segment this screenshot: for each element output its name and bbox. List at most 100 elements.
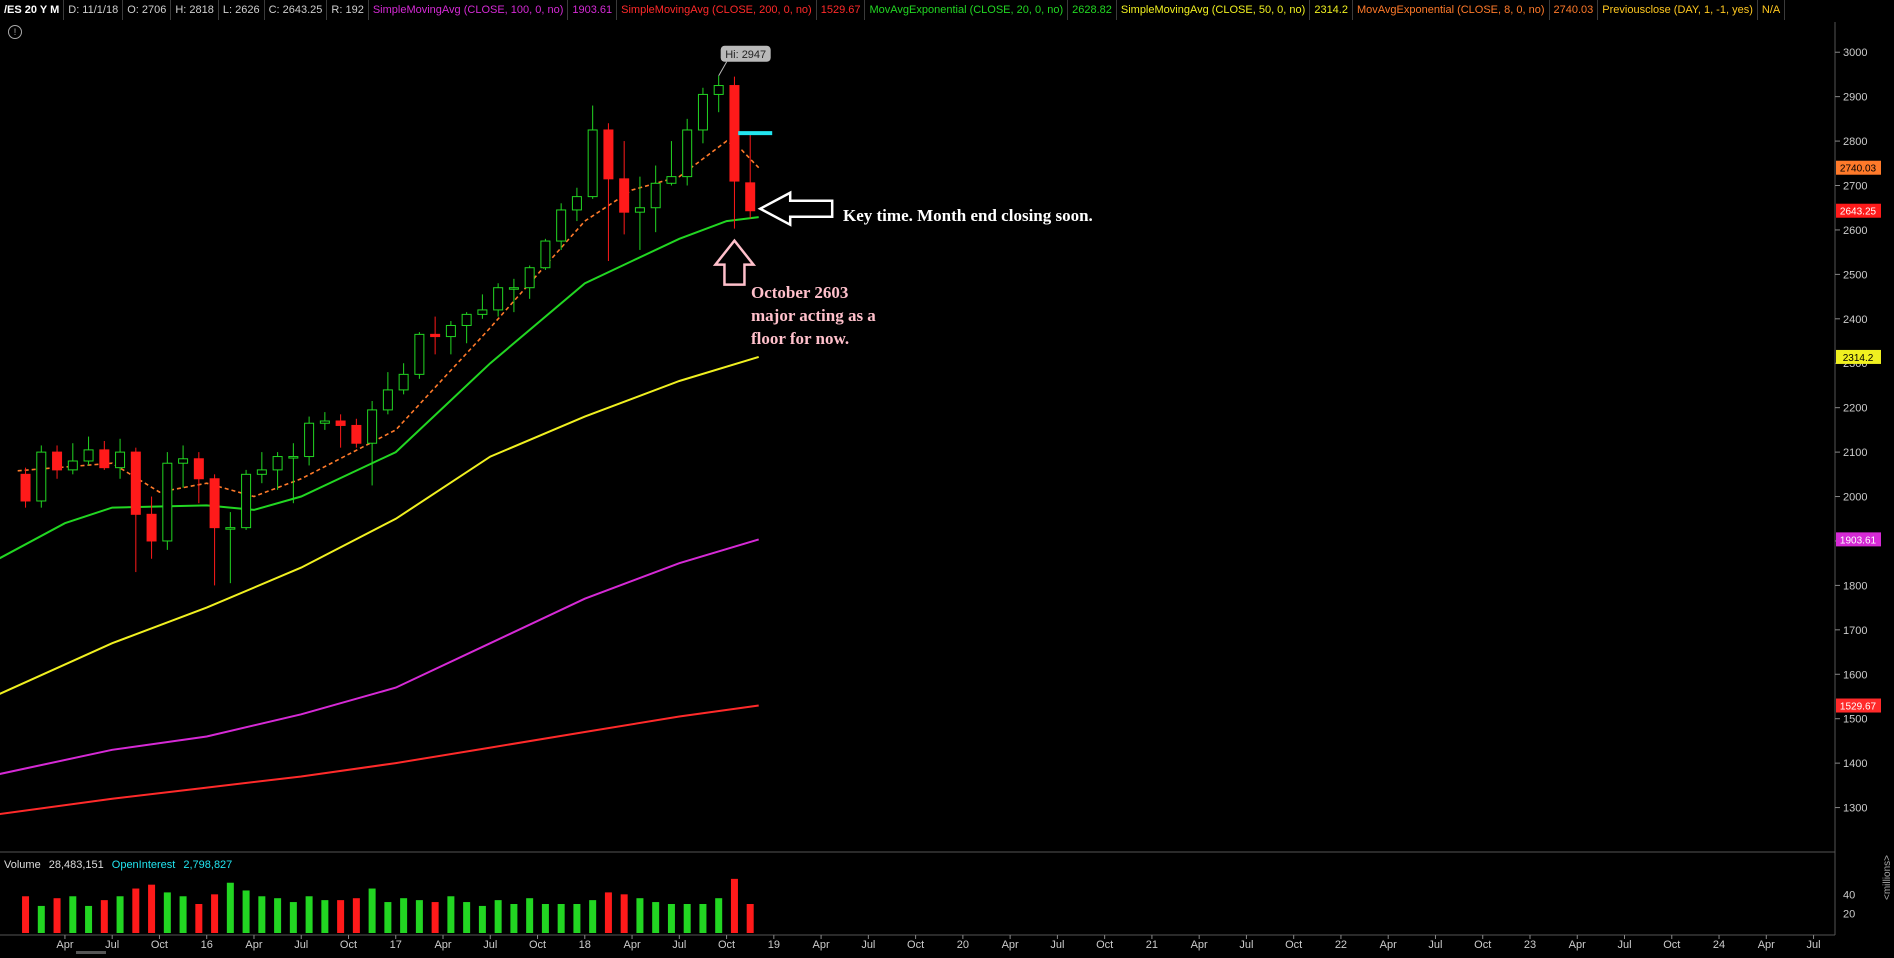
ema8-line [17, 140, 760, 498]
arrow-up-icon [712, 238, 757, 286]
volume-bar [274, 898, 282, 933]
volume-label[interactable]: Volume [0, 859, 45, 871]
candle-down [351, 424, 362, 444]
study-value: 1903.61 [568, 0, 618, 20]
x-tick-label: Apr [623, 939, 640, 951]
candle-up [67, 460, 78, 471]
volume-bar [699, 904, 707, 933]
price-label-text: 2740.03 [1840, 164, 1877, 175]
candle-up [524, 267, 535, 289]
volume-bar [573, 904, 581, 933]
y-tick-label: 2100 [1843, 447, 1867, 459]
volume-bar [368, 888, 376, 933]
candle-up [508, 287, 519, 290]
ema20-line [0, 216, 759, 560]
x-tick-label: Jul [672, 939, 686, 951]
volume-bar [148, 884, 156, 933]
candle-up [225, 527, 236, 530]
candle-up [367, 409, 378, 444]
volume-bar [730, 878, 738, 933]
candle-down [193, 458, 204, 480]
x-tick-label: Apr [1380, 939, 1397, 951]
x-tick-label: Apr [1002, 939, 1019, 951]
x-tick-label: Oct [1096, 939, 1113, 951]
candle-up [634, 207, 645, 213]
volume-bar [463, 902, 471, 933]
price-label-text: 1529.67 [1840, 702, 1877, 713]
candle-up [115, 451, 126, 469]
range-label: R: 192 [327, 0, 369, 20]
candle-up [556, 209, 567, 242]
volume-bar [53, 898, 61, 933]
y-tick-label: 2600 [1843, 225, 1867, 237]
volume-bar [132, 888, 140, 933]
x-tick-label: Jul [105, 939, 119, 951]
volume-bar [557, 904, 565, 933]
study-label[interactable]: MovAvgExponential (CLOSE, 8, 0, no) [1353, 0, 1550, 20]
price-label-text: 1903.61 [1840, 535, 1877, 546]
study-label[interactable]: MovAvgExponential (CLOSE, 20, 0, no) [865, 0, 1069, 20]
volume-bar [226, 882, 234, 933]
candle-up [571, 196, 582, 211]
chart-canvas[interactable]: 1300140015001600170018001900200021002200… [0, 0, 1894, 958]
volume-bar [305, 896, 313, 933]
y-tick-label: 2800 [1843, 136, 1867, 148]
y-tick-label: 1400 [1843, 758, 1867, 770]
candle-up [319, 420, 330, 424]
candle-up [540, 240, 551, 269]
study-label[interactable]: SimpleMovingAvg (CLOSE, 100, 0, no) [369, 0, 569, 20]
volume-bar [116, 896, 124, 933]
study-value: 2740.03 [1550, 0, 1599, 20]
volume-tick-label: 40 [1843, 889, 1855, 901]
volume-bar [400, 898, 408, 933]
openinterest-label[interactable]: OpenInterest [108, 859, 180, 871]
volume-bar [195, 904, 203, 933]
volume-bar [289, 902, 297, 933]
candle-up [256, 469, 267, 475]
volume-bar [478, 905, 486, 933]
candle-up [666, 176, 677, 184]
x-tick-label: 18 [579, 939, 591, 951]
x-tick-label: Apr [56, 939, 73, 951]
volume-bar [37, 905, 45, 933]
x-tick-label: Oct [529, 939, 546, 951]
candle-up [36, 451, 47, 502]
volume-bar [667, 904, 675, 933]
volume-bar [620, 894, 628, 933]
volume-bar [541, 904, 549, 933]
volume-tick-label: 20 [1843, 909, 1855, 921]
candle-up [445, 324, 456, 338]
info-icon[interactable]: ! [8, 25, 22, 39]
study-label[interactable]: SimpleMovingAvg (CLOSE, 200, 0, no) [617, 0, 817, 20]
candle-down [745, 182, 756, 212]
candle-down [99, 449, 110, 469]
y-tick-label: 2900 [1843, 92, 1867, 104]
candle-down [52, 451, 63, 471]
y-tick-label: 2400 [1843, 314, 1867, 326]
y-tick-label: 1800 [1843, 580, 1867, 592]
volume-bar [431, 902, 439, 933]
x-tick-label: 16 [201, 939, 213, 951]
x-tick-label: Oct [1285, 939, 1302, 951]
volume-unit-label: <millions> [1882, 854, 1893, 900]
study-label[interactable]: SimpleMovingAvg (CLOSE, 50, 0, no) [1117, 0, 1311, 20]
moving-average-lines [0, 140, 760, 816]
volume-bar [85, 905, 93, 933]
volume-bar [100, 900, 108, 933]
volume-header: Volume 28,483,151 OpenInterest 2,798,827 [0, 856, 236, 874]
volume-bar [494, 900, 502, 933]
high-label: H: 2818 [171, 0, 219, 20]
x-tick-label: Jul [1428, 939, 1442, 951]
y-tick-label: 1500 [1843, 714, 1867, 726]
candle-down [619, 178, 630, 213]
x-tick-label: Apr [1758, 939, 1775, 951]
candle-up [288, 456, 299, 459]
volume-value: 28,483,151 [48, 859, 104, 871]
candle-up [398, 373, 409, 391]
x-tick-label: 17 [390, 939, 402, 951]
study-label[interactable]: Previousclose (DAY, 1, -1, yes) [1598, 0, 1758, 20]
annotation-october-floor: October 2603 major acting as a floor for… [751, 283, 876, 348]
symbol-label[interactable]: /ES 20 Y M [0, 0, 65, 20]
x-tick-label: Apr [813, 939, 830, 951]
candle-up [414, 333, 425, 375]
